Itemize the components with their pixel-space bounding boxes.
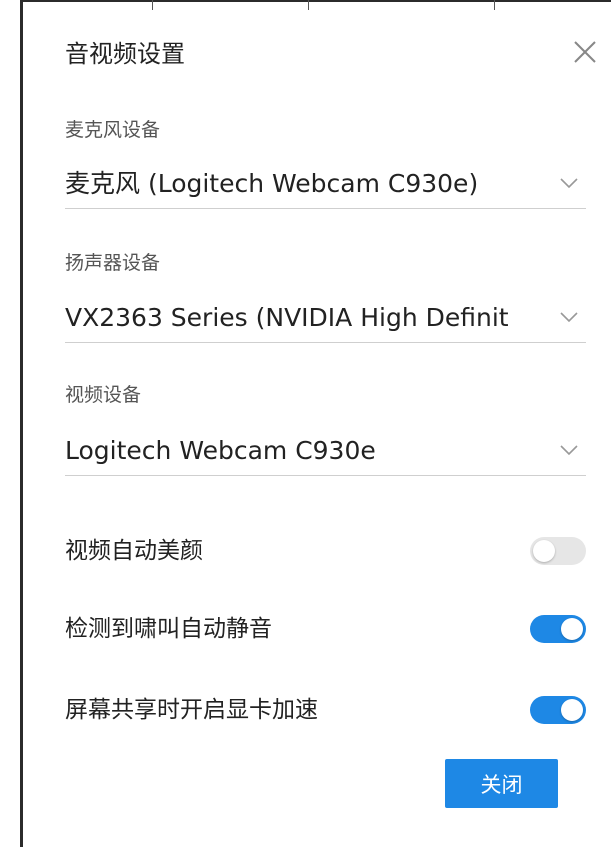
beauty-toggle[interactable] [530, 537, 586, 565]
toggle-knob [561, 699, 583, 721]
gpu-accel-toggle[interactable] [530, 696, 586, 724]
window-top-edge [20, 0, 611, 10]
howl-mute-toggle-row: 检测到啸叫自动静音 [65, 612, 586, 646]
microphone-value: 麦克风 (Logitech Webcam C930e) [65, 169, 479, 198]
speaker-value: VX2363 Series (NVIDIA High Definit [65, 303, 509, 332]
gpu-accel-toggle-row: 屏幕共享时开启显卡加速 [65, 693, 586, 727]
camera-select[interactable]: Logitech Webcam C930e [65, 431, 586, 476]
chevron-down-icon [558, 439, 580, 461]
camera-value: Logitech Webcam C930e [65, 436, 376, 465]
window-frame: 音视频设置 麦克风设备 麦克风 (Logitech Webcam C930e) … [0, 0, 611, 847]
chevron-down-icon [558, 172, 580, 194]
howl-mute-toggle-label: 检测到啸叫自动静音 [65, 616, 272, 642]
dialog-title: 音视频设置 [65, 40, 185, 68]
camera-label: 视频设备 [65, 384, 142, 406]
beauty-toggle-row: 视频自动美颜 [65, 534, 586, 568]
close-button[interactable]: 关闭 [445, 759, 558, 808]
howl-mute-toggle[interactable] [530, 615, 586, 643]
toggle-knob [533, 540, 555, 562]
gpu-accel-toggle-label: 屏幕共享时开启显卡加速 [65, 697, 318, 723]
speaker-label: 扬声器设备 [65, 252, 161, 274]
chevron-down-icon [558, 306, 580, 328]
beauty-toggle-label: 视频自动美颜 [65, 538, 203, 564]
close-icon[interactable] [571, 38, 599, 66]
divider-tick [152, 0, 153, 10]
speaker-select[interactable]: VX2363 Series (NVIDIA High Definit [65, 298, 586, 343]
av-settings-dialog: 音视频设置 麦克风设备 麦克风 (Logitech Webcam C930e) … [23, 10, 611, 847]
divider-tick [494, 0, 495, 10]
toggle-knob [561, 618, 583, 640]
microphone-select[interactable]: 麦克风 (Logitech Webcam C930e) [65, 164, 586, 209]
microphone-label: 麦克风设备 [65, 119, 161, 141]
divider-tick [308, 0, 309, 10]
